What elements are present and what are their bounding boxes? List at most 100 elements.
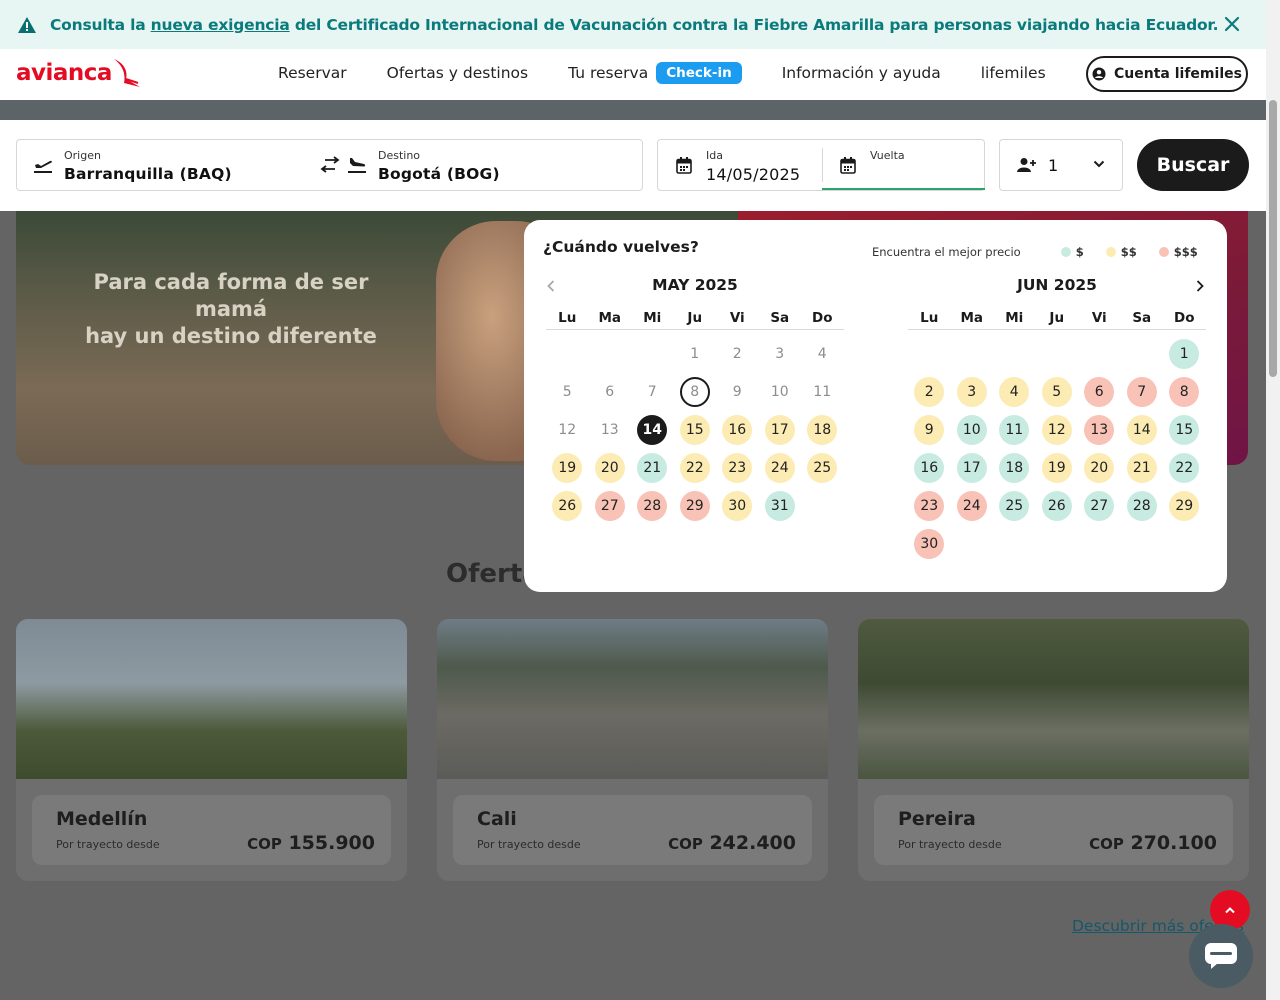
destination-input[interactable]: Destino Bogotá (BOG): [378, 140, 628, 190]
calendar-day[interactable]: 29: [1163, 487, 1206, 525]
checkin-badge[interactable]: Check-in: [656, 62, 742, 84]
calendar-day[interactable]: 12: [1036, 411, 1079, 449]
offer-currency: COP: [1089, 835, 1124, 853]
offer-price: COP 155.900: [247, 832, 375, 854]
offer-amount: 270.100: [1130, 832, 1217, 854]
calendar-day[interactable]: 18: [993, 449, 1036, 487]
departure-date-input[interactable]: Ida 14/05/2025: [658, 140, 822, 190]
alert-link[interactable]: nueva exigencia: [151, 16, 290, 34]
calendar-day[interactable]: 28: [631, 487, 674, 525]
account-button[interactable]: Cuenta lifemiles: [1086, 56, 1248, 92]
calendar-day[interactable]: 4: [993, 373, 1036, 411]
calendar-day[interactable]: 26: [546, 487, 589, 525]
weekday: Vi: [729, 310, 745, 326]
calendar-day[interactable]: 25: [801, 449, 844, 487]
calendar-day-number: 15: [679, 415, 710, 445]
calendar-day[interactable]: 24: [951, 487, 994, 525]
scrollbar-thumb[interactable]: [1269, 100, 1277, 377]
nav-informacion[interactable]: Información y ayuda: [782, 64, 941, 82]
calendar-day[interactable]: 8: [1163, 373, 1206, 411]
nav-tu-reserva[interactable]: Tu reserva: [568, 64, 648, 82]
avianca-logo[interactable]: avianca: [16, 57, 142, 89]
page-scrollbar[interactable]: [1266, 0, 1280, 1000]
calendar-day[interactable]: 1: [1163, 335, 1206, 373]
calendar-day[interactable]: 15: [674, 411, 717, 449]
swap-icon[interactable]: [320, 156, 340, 174]
calendar-day[interactable]: 11: [993, 411, 1036, 449]
offer-card-medellin[interactable]: Medellín Por trayecto desde COP 155.900: [16, 619, 407, 881]
calendar-day[interactable]: 10: [951, 411, 994, 449]
calendar-day[interactable]: 22: [1163, 449, 1206, 487]
calendar-day[interactable]: 19: [1036, 449, 1079, 487]
legend-dot-high: [1158, 247, 1169, 257]
search-button[interactable]: Buscar: [1137, 139, 1249, 191]
chevron-right-icon[interactable]: [1195, 279, 1205, 293]
calendar-day[interactable]: 27: [1078, 487, 1121, 525]
calendar-day[interactable]: 21: [631, 449, 674, 487]
calendar-day[interactable]: 24: [759, 449, 802, 487]
close-icon[interactable]: [1222, 14, 1242, 34]
calendar-day[interactable]: 14: [1121, 411, 1164, 449]
passengers-select[interactable]: 1: [999, 139, 1123, 191]
offer-city: Pereira: [898, 808, 976, 830]
chat-button[interactable]: [1189, 924, 1253, 988]
nav-ofertas[interactable]: Ofertas y destinos: [387, 64, 528, 82]
calendar-day[interactable]: 28: [1121, 487, 1164, 525]
month-may: MAY 2025 Lu Ma Mi Ju Vi Sa Do 1 2 3 4 5 6 7 8 9 10 11 12 1…: [546, 276, 844, 521]
calendar-day[interactable]: 17: [759, 411, 802, 449]
origin-input[interactable]: Origen Barranquilla (BAQ): [64, 140, 314, 190]
calendar-day[interactable]: 23: [908, 487, 951, 525]
calendar-day[interactable]: 31: [759, 487, 802, 525]
nav-lifemiles[interactable]: lifemiles: [981, 64, 1046, 82]
calendar-day[interactable]: 19: [546, 449, 589, 487]
chevron-left-icon[interactable]: [546, 279, 556, 293]
calendar-day[interactable]: 9: [908, 411, 951, 449]
calendar-day[interactable]: 14: [631, 411, 674, 449]
empty-day-cell: [589, 335, 632, 373]
calendar-day-number: 30: [914, 529, 945, 559]
empty-day-cell: [951, 335, 994, 373]
calendar-day[interactable]: 7: [1121, 373, 1164, 411]
weekday: Ma: [598, 310, 622, 326]
calendar-day-number: 18: [999, 453, 1030, 483]
calendar-day[interactable]: 5: [1036, 373, 1079, 411]
calendar-day-number: 17: [764, 415, 795, 445]
month-title: MAY 2025: [652, 276, 738, 294]
calendar-day-number: 29: [1169, 491, 1200, 521]
calendar-day[interactable]: 30: [716, 487, 759, 525]
calendar-day[interactable]: 30: [908, 525, 951, 563]
calendar-day[interactable]: 6: [1078, 373, 1121, 411]
offer-card-cali[interactable]: Cali Por trayecto desde COP 242.400: [437, 619, 828, 881]
calendar-day[interactable]: 16: [908, 449, 951, 487]
calendar-day-number: 22: [1169, 453, 1200, 483]
passengers-count: 1: [1048, 156, 1059, 175]
calendar-day[interactable]: 22: [674, 449, 717, 487]
calendar-day[interactable]: 23: [716, 449, 759, 487]
calendar-day[interactable]: 16: [716, 411, 759, 449]
weekday: Sa: [1132, 310, 1152, 326]
calendar-day[interactable]: 17: [951, 449, 994, 487]
return-date-input[interactable]: Vuelta: [822, 140, 985, 190]
calendar-day[interactable]: 25: [993, 487, 1036, 525]
offer-card-pereira[interactable]: Pereira Por trayecto desde COP 270.100: [858, 619, 1249, 881]
destination-value: Bogotá (BOG): [378, 165, 500, 183]
weekday: Sa: [770, 310, 790, 326]
calendar-day[interactable]: 20: [1078, 449, 1121, 487]
calendar-day[interactable]: 29: [674, 487, 717, 525]
calendar-day[interactable]: 18: [801, 411, 844, 449]
landing-icon: [348, 158, 366, 173]
nav-reservar[interactable]: Reservar: [278, 64, 347, 82]
calendar-day[interactable]: 27: [589, 487, 632, 525]
offer-subtitle: Por trayecto desde: [477, 838, 581, 851]
calendar-day[interactable]: 13: [1078, 411, 1121, 449]
offer-amount: 155.900: [288, 832, 375, 854]
calendar-day[interactable]: 20: [589, 449, 632, 487]
calendar-day[interactable]: 3: [951, 373, 994, 411]
offer-info: Medellín Por trayecto desde COP 155.900: [32, 795, 391, 865]
calendar-day[interactable]: 15: [1163, 411, 1206, 449]
calendar-day[interactable]: 2: [908, 373, 951, 411]
calendar-day[interactable]: 21: [1121, 449, 1164, 487]
calendar-day[interactable]: 26: [1036, 487, 1079, 525]
offer-subtitle: Por trayecto desde: [898, 838, 1002, 851]
calendar-day-number: 3: [956, 377, 987, 407]
